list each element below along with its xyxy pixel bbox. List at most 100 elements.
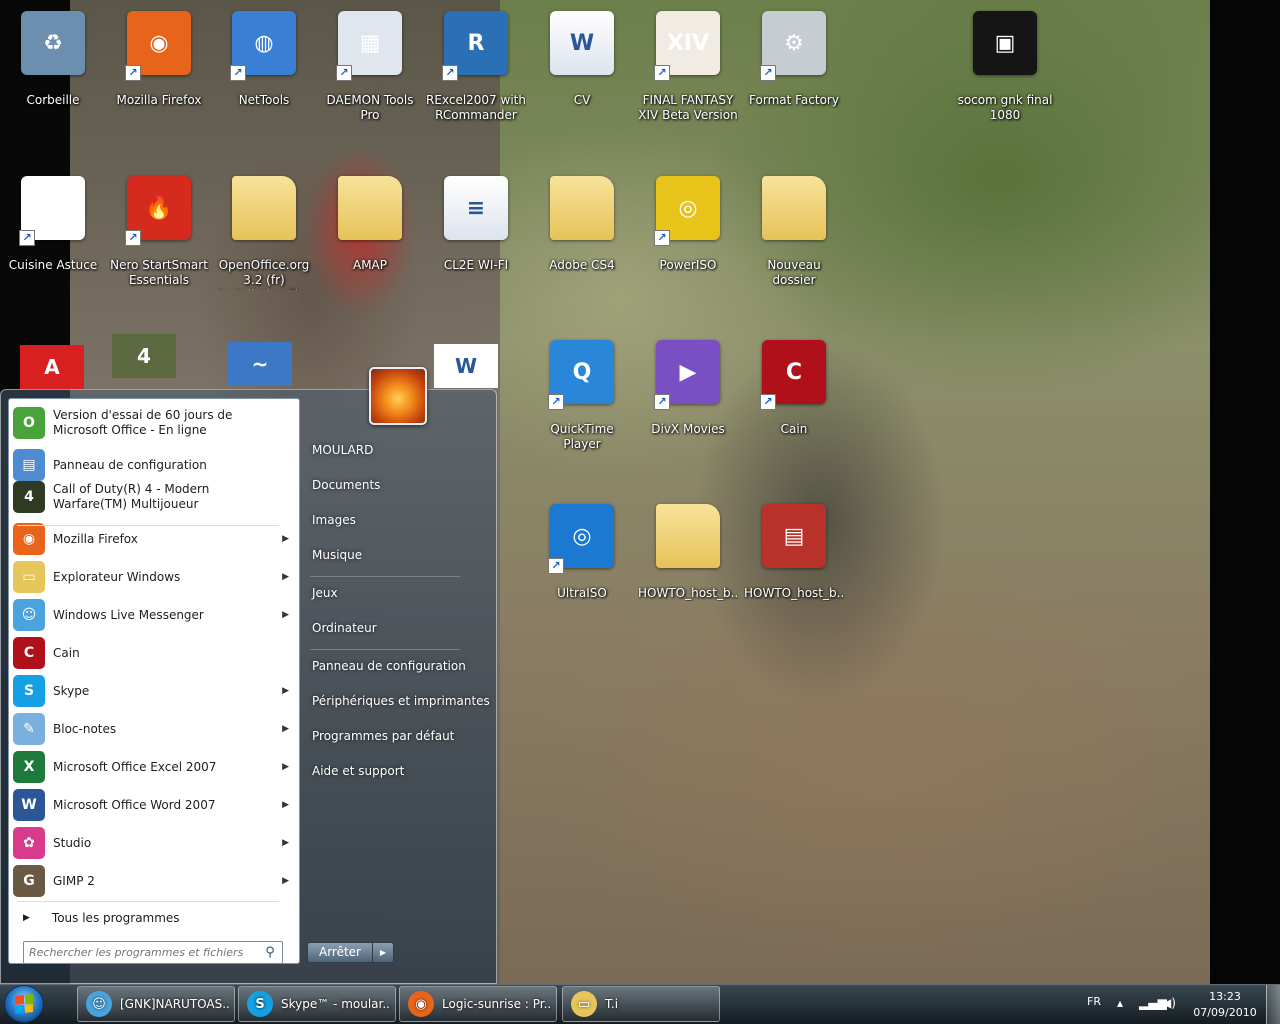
desktop-icon-label: CV — [573, 93, 591, 107]
taskbar-window-button[interactable]: ☺ [GNK]NARUTOAS... — [77, 986, 235, 1022]
desktop-icon[interactable]: XIV ↗ FINAL FANTASY XIV Beta Version — [638, 5, 738, 155]
place-user-folder[interactable]: MOULARD — [312, 443, 373, 457]
desktop-icon[interactable]: ≡ CL2E WI-FI — [426, 170, 526, 320]
shortcut-arrow-icon: ↗ — [125, 65, 141, 81]
volume-icon[interactable]: ◀) — [1162, 996, 1176, 1010]
control-panel-icon: ▤ — [13, 449, 45, 481]
start-button[interactable] — [4, 985, 44, 1023]
taskbar-window-button[interactable]: S Skype™ - moular... — [238, 986, 396, 1022]
taskbar-window-button[interactable]: ◉ Logic-sunrise : Pr... — [399, 986, 557, 1022]
call-of-duty-icon[interactable]: 4 — [112, 334, 176, 378]
start-search-input[interactable] — [29, 943, 262, 962]
show-hidden-icons-icon[interactable]: ▴ — [1117, 996, 1123, 1010]
place-control-panel[interactable]: Panneau de configuration — [312, 659, 466, 673]
program-separator — [17, 525, 279, 526]
start-menu-program-item[interactable]: W Microsoft Office Word 2007 ▶ — [13, 789, 297, 821]
desktop-icon[interactable]: ◉ ↗ Mozilla Firefox — [109, 5, 209, 155]
place-help-support[interactable]: Aide et support — [312, 764, 404, 778]
desktop-icon-label: Mozilla Firefox — [116, 93, 202, 107]
desktop-icon[interactable]: ▶ ↗ DivX Movies — [638, 334, 738, 484]
shutdown-button[interactable]: Arrêter — [307, 942, 373, 963]
start-menu-program-item[interactable]: G GIMP 2 ▶ — [13, 865, 297, 897]
desktop-icon[interactable]: ⌂ ↗ Cuisine Astuce — [3, 170, 103, 320]
skype-icon: S — [13, 675, 45, 707]
tray-language-indicator[interactable]: FR — [1087, 995, 1101, 1008]
shortcut-arrow-icon: ↗ — [654, 65, 670, 81]
submenu-arrow-icon[interactable]: ▶ — [282, 800, 289, 810]
program-label: Call of Duty(R) 4 - Modern Warfare(TM) M… — [53, 482, 210, 511]
shortcut-arrow-icon: ↗ — [19, 230, 35, 246]
all-programs-label: Tous les programmes — [51, 911, 180, 925]
desktop-icon[interactable]: ▣ socom gnk final 1080 — [955, 5, 1055, 155]
submenu-arrow-icon[interactable]: ▶ — [282, 534, 289, 544]
start-menu-program-item[interactable]: ▤ Panneau de configuration — [13, 449, 297, 481]
desktop-icon-label: Nero StartSmart Essentials — [110, 258, 208, 287]
desktop-icon[interactable]: R ↗ RExcel2007 with RCommander — [426, 5, 526, 155]
desktop-icon[interactable]: HOWTO_host_b... — [638, 498, 738, 648]
divx-icon: ▶ ↗ — [654, 340, 720, 410]
submenu-arrow-icon[interactable]: ▶ — [282, 686, 289, 696]
desktop-icon[interactable]: ▦ ↗ DAEMON Tools Pro — [320, 5, 420, 155]
shortcut-arrow-icon: ↗ — [548, 558, 564, 574]
tray-clock[interactable]: 13:23 07/09/2010 — [1190, 989, 1260, 1021]
taskbar-window-button[interactable]: ▭ T.i — [562, 986, 720, 1022]
pdf-icon[interactable]: A — [20, 345, 84, 389]
shutdown-options-button[interactable]: ▶ — [373, 942, 394, 963]
submenu-arrow-icon[interactable]: ▶ — [282, 838, 289, 848]
submenu-arrow-icon[interactable]: ▶ — [282, 762, 289, 772]
desktop-icon-label: DAEMON Tools Pro — [326, 93, 414, 122]
folder-icon: ▭ — [571, 991, 597, 1017]
desktop-icon[interactable]: Nouveau dossier — [744, 170, 844, 320]
place-documents[interactable]: Documents — [312, 478, 380, 492]
desktop-icon-label: Nouveau dossier — [767, 258, 821, 287]
start-menu-program-item[interactable]: S Skype ▶ — [13, 675, 297, 707]
desktop-icon-label: Format Factory — [749, 93, 839, 107]
desktop-icon[interactable]: AMAP — [320, 170, 420, 320]
nero-icon: 🔥 ↗ — [125, 176, 191, 246]
start-menu-program-item[interactable]: C Cain — [13, 637, 297, 669]
desktop-icon[interactable]: 🔥 ↗ Nero StartSmart Essentials — [109, 170, 209, 320]
taskbar-button-label: Logic-sunrise : Pr... — [442, 997, 552, 1011]
desktop-icon[interactable]: ◍ ↗ NetTools — [214, 5, 314, 155]
desktop-icon[interactable]: ♻ Corbeille — [3, 5, 103, 155]
desktop-icon[interactable]: ▤ HOWTO_host_b... — [744, 498, 844, 648]
desktop-icon[interactable]: W CV — [532, 5, 632, 155]
place-images[interactable]: Images — [312, 513, 356, 527]
desktop-icon[interactable]: C ↗ Cain — [744, 334, 844, 484]
start-menu-program-item[interactable]: 4 Call of Duty(R) 4 - Modern Warfare(TM) … — [13, 481, 297, 513]
start-menu-program-item[interactable]: X Microsoft Office Excel 2007 ▶ — [13, 751, 297, 783]
show-desktop-button[interactable] — [1266, 985, 1280, 1024]
desktop-icon[interactable]: ◎ ↗ PowerISO — [638, 170, 738, 320]
desktop-icon[interactable]: ◎ ↗ UltraISO — [532, 498, 632, 648]
start-menu-program-item[interactable]: ☺ Windows Live Messenger ▶ — [13, 599, 297, 631]
word-document-icon[interactable]: W — [434, 344, 498, 388]
place-default-programs[interactable]: Programmes par défaut — [312, 729, 454, 743]
place-devices-printers[interactable]: Périphériques et imprimantes — [312, 694, 490, 708]
start-search-box[interactable]: ⚲ — [23, 941, 283, 964]
submenu-arrow-icon[interactable]: ▶ — [282, 572, 289, 582]
desktop-icon[interactable]: Q ↗ QuickTime Player — [532, 334, 632, 484]
desktop-icon-label: QuickTime Player — [550, 422, 614, 451]
all-programs-button[interactable]: ▶ Tous les programmes — [17, 911, 287, 925]
start-menu-program-item[interactable]: ✿ Studio ▶ — [13, 827, 297, 859]
excel-icon: X — [13, 751, 45, 783]
submenu-arrow-icon[interactable]: ▶ — [282, 724, 289, 734]
taskbar-button-label: Skype™ - moular... — [281, 997, 391, 1011]
desktop-icon[interactable]: Adobe CS4 — [532, 170, 632, 320]
start-menu-program-item[interactable]: O Version d'essai de 60 jours de Microsof… — [13, 407, 297, 439]
start-menu-program-item[interactable]: ◉ Mozilla Firefox ▶ — [13, 523, 297, 555]
cain-icon: C — [13, 637, 45, 669]
start-menu-program-item[interactable]: ✎ Bloc-notes ▶ — [13, 713, 297, 745]
messenger-icon: ☺ — [86, 991, 112, 1017]
openoffice-icon[interactable]: ~ — [228, 342, 292, 386]
desktop-icon[interactable]: OpenOffice.org 3.2 (fr) Installation Fi.… — [214, 170, 314, 320]
place-music[interactable]: Musique — [312, 548, 362, 562]
user-picture[interactable] — [369, 367, 427, 425]
desktop-icon[interactable]: ⚙ ↗ Format Factory — [744, 5, 844, 155]
submenu-arrow-icon[interactable]: ▶ — [282, 610, 289, 620]
search-icon[interactable]: ⚲ — [262, 945, 278, 960]
place-games[interactable]: Jeux — [312, 586, 338, 600]
place-computer[interactable]: Ordinateur — [312, 621, 377, 635]
start-menu-program-item[interactable]: ▭ Explorateur Windows ▶ — [13, 561, 297, 593]
submenu-arrow-icon[interactable]: ▶ — [282, 876, 289, 886]
